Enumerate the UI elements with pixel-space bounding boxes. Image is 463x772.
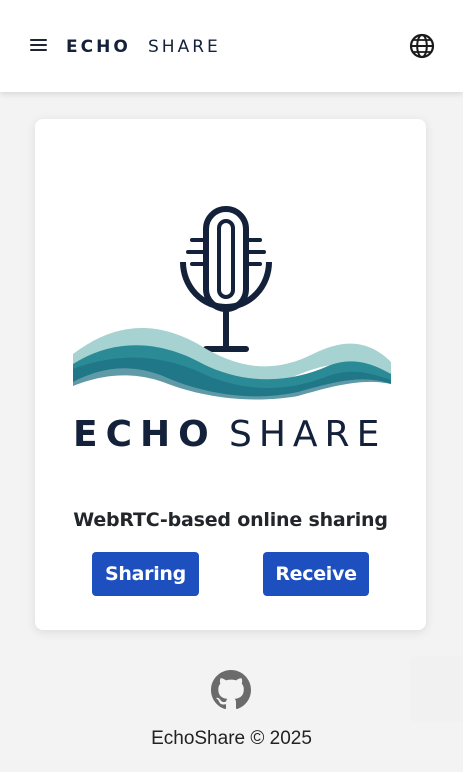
brand-bold-text: ECHO <box>66 37 131 57</box>
hamburger-menu-icon[interactable] <box>28 34 50 56</box>
microphone-wave-logo-icon <box>180 206 272 352</box>
logo-light-text: SHARE <box>229 414 386 454</box>
tagline: WebRTC-based online sharing <box>73 509 388 531</box>
main-card: ECHO SHARE WebRTC-based online sharing S… <box>35 119 426 630</box>
github-icon[interactable] <box>211 670 251 710</box>
top-app-bar: ECHO SHARE <box>0 0 463 92</box>
sharing-button[interactable]: Sharing <box>92 552 199 596</box>
footer-copyright: EchoShare © 2025 <box>151 728 312 749</box>
logo-bold-text: ECHO <box>73 414 217 454</box>
brand-light-text: SHARE <box>148 37 221 57</box>
echoshare-logo: ECHO SHARE <box>73 206 391 454</box>
brand-wordmark[interactable]: ECHO SHARE <box>66 33 236 57</box>
globe-icon[interactable] <box>407 31 437 61</box>
floating-panel-edge <box>410 656 463 722</box>
receive-button[interactable]: Receive <box>263 552 369 596</box>
